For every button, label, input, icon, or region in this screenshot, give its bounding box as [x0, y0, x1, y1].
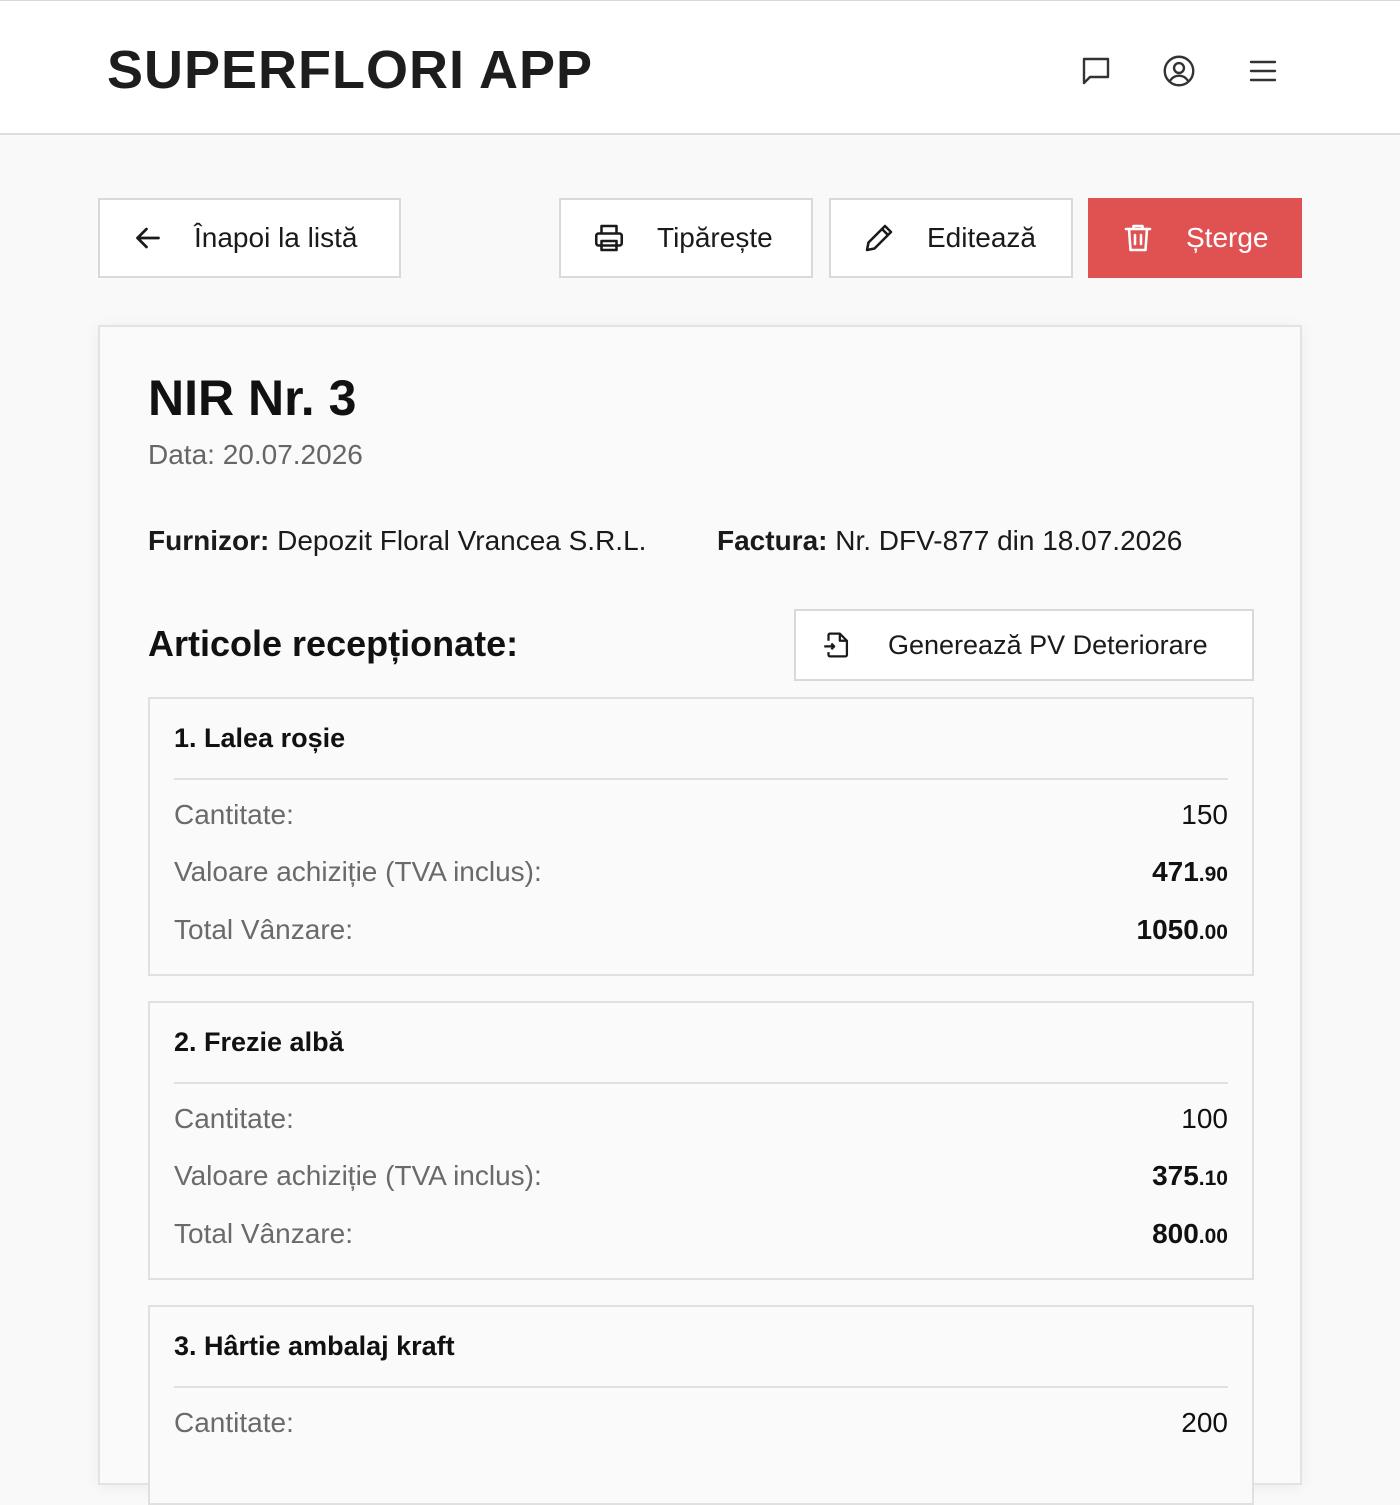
section-title: Articole recepționate:	[148, 623, 519, 664]
purchase-row: Valoare achiziție (TVA inclus): 471.90	[174, 856, 1228, 896]
quantity-row: Cantitate: 100	[174, 1103, 1228, 1143]
quantity-label: Cantitate:	[174, 799, 294, 830]
sale-value-dec: .00	[1198, 1225, 1228, 1248]
delete-button-label: Șterge	[1186, 222, 1269, 253]
purchase-value-int: 471	[1152, 856, 1199, 887]
purchase-value: 375.10	[1152, 1160, 1228, 1192]
invoice-label: Factura:	[717, 525, 828, 556]
item-divider	[174, 1082, 1228, 1084]
trash-icon	[1120, 220, 1156, 256]
printer-icon	[591, 220, 627, 256]
quantity-value: 150	[1181, 799, 1228, 830]
app-header: SUPERFLORI APP	[0, 0, 1400, 135]
purchase-value: 471.90	[1152, 856, 1228, 888]
quantity-value: 100	[1181, 1103, 1228, 1134]
supplier-value: Depozit Floral Vrancea S.R.L.	[277, 525, 647, 556]
item-card: 1. Lalea roșie Cantitate: 150 Valoare ac…	[148, 697, 1254, 976]
item-title: 2. Frezie albă	[174, 1027, 344, 1057]
delete-button[interactable]: Șterge	[1088, 198, 1302, 278]
purchase-row: Valoare achiziție (TVA inclus): 375.10	[174, 1160, 1228, 1200]
quantity-label: Cantitate:	[174, 1407, 294, 1438]
sale-value: 1050.00	[1137, 914, 1229, 946]
document-date: Data: 20.07.2026	[148, 439, 363, 470]
sale-row: Total Vânzare: 800.00	[174, 1218, 1228, 1258]
purchase-value-int: 375	[1152, 1160, 1199, 1191]
print-button-label: Tipărește	[657, 222, 773, 253]
edit-button-label: Editează	[927, 222, 1036, 253]
sale-value-int: 800	[1152, 1218, 1199, 1249]
user-circle-icon[interactable]	[1161, 53, 1197, 89]
pencil-icon	[861, 220, 897, 256]
menu-icon[interactable]	[1245, 53, 1281, 89]
invoice-value: Nr. DFV-877 din 18.07.2026	[835, 525, 1183, 556]
sale-row: Total Vânzare: 1050.00	[174, 914, 1228, 954]
document-title: NIR Nr. 3	[148, 370, 357, 426]
chat-icon[interactable]	[1078, 53, 1114, 89]
quantity-row: Cantitate: 150	[174, 799, 1228, 839]
quantity-row: Cantitate: 200	[174, 1407, 1228, 1447]
sale-label: Total Vânzare:	[174, 1218, 353, 1249]
item-title: 3. Hârtie ambalaj kraft	[174, 1331, 455, 1361]
back-button[interactable]: Înapoi la listă	[98, 198, 401, 278]
back-button-label: Înapoi la listă	[194, 222, 358, 253]
purchase-label: Valoare achiziție (TVA inclus):	[174, 856, 542, 887]
invoice-info: Factura: Nr. DFV-877 din 18.07.2026	[717, 525, 1182, 557]
item-title: 1. Lalea roșie	[174, 723, 346, 753]
supplier-info: Furnizor: Depozit Floral Vrancea S.R.L.	[148, 525, 646, 557]
sale-value-int: 1050	[1136, 914, 1199, 945]
file-export-icon	[820, 628, 854, 662]
purchase-value-dec: .10	[1198, 1167, 1228, 1190]
generate-pv-label: Generează PV Deteriorare	[888, 629, 1208, 660]
print-button[interactable]: Tipărește	[559, 198, 813, 278]
sale-value-dec: .00	[1198, 921, 1228, 944]
purchase-label: Valoare achiziție (TVA inclus):	[174, 1160, 542, 1191]
sale-label: Total Vânzare:	[174, 914, 353, 945]
sale-value: 800.00	[1152, 1218, 1228, 1250]
item-divider	[174, 778, 1228, 780]
quantity-label: Cantitate:	[174, 1103, 294, 1134]
arrow-left-icon	[130, 220, 166, 256]
item-card: 2. Frezie albă Cantitate: 100 Valoare ac…	[148, 1001, 1254, 1280]
edit-button[interactable]: Editează	[829, 198, 1073, 278]
document-card: NIR Nr. 3 Data: 20.07.2026 Furnizor: Dep…	[98, 325, 1302, 1505]
app-brand[interactable]: SUPERFLORI APP	[107, 39, 593, 101]
purchase-value-dec: .90	[1198, 863, 1228, 886]
supplier-label: Furnizor:	[148, 525, 270, 556]
quantity-value: 200	[1181, 1407, 1228, 1438]
generate-pv-button[interactable]: Generează PV Deteriorare	[794, 609, 1254, 681]
item-divider	[174, 1386, 1228, 1388]
item-card: 3. Hârtie ambalaj kraft Cantitate: 200	[148, 1305, 1254, 1505]
